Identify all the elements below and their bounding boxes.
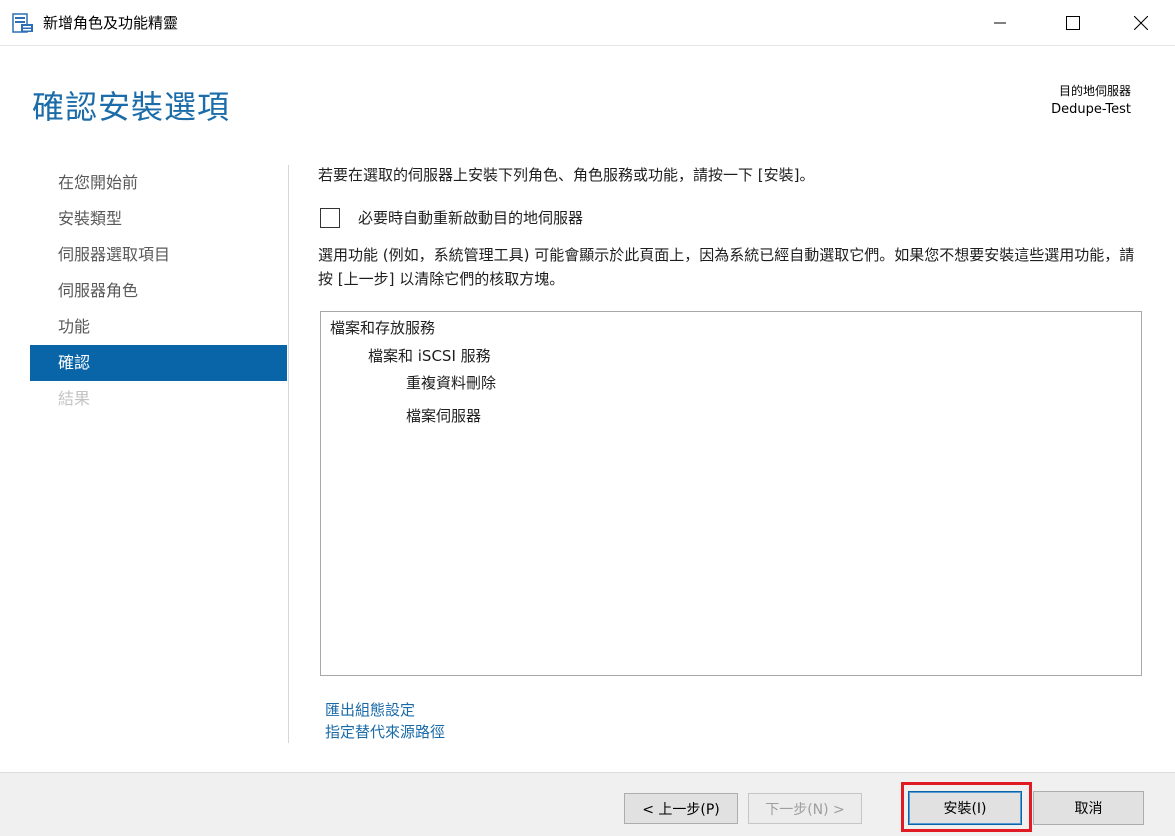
nav-item-features[interactable]: 功能 [30,309,287,345]
restart-checkbox[interactable] [320,207,340,228]
maximize-icon [1066,16,1080,30]
nav-item-results: 結果 [58,389,91,408]
destination-server-name: Dedupe-Test [1051,102,1131,117]
close-button[interactable] [1118,0,1164,46]
restart-checkbox-label[interactable]: 必要時自動重新啟動目的地伺服器 [358,207,583,228]
intro-text: 若要在選取的伺服器上安裝下列角色、角色服務或功能，請按一下 [安裝]。 [318,166,815,184]
selection-list[interactable]: 檔案和存放服務 檔案和 iSCSI 服務 重複資料刪除 檔案伺服器 [320,311,1142,676]
wizard-steps-nav: 在您開始前 安裝類型 伺服器選取項目 伺服器角色 功能 確認 結果 [30,165,287,417]
server-manager-icon [12,13,34,33]
close-icon [1134,16,1148,30]
nav-item-confirmation[interactable]: 確認 [30,345,287,381]
minimize-icon [994,22,1006,24]
minimize-button[interactable] [977,0,1023,46]
list-item: 檔案和 iSCSI 服務 [368,347,491,365]
cancel-button[interactable]: 取消 [1033,791,1144,825]
export-config-link[interactable]: 匯出組態設定 [325,699,415,720]
list-item: 檔案伺服器 [406,407,482,425]
title-bar: 新增角色及功能精靈 [0,0,1175,46]
list-item: 檔案和存放服務 [330,319,436,337]
footer: < 上一步(P) 下一步(N) > 安裝(I) 取消 [0,772,1175,836]
install-button[interactable]: 安裝(I) [908,791,1022,825]
nav-divider [288,165,289,743]
nav-item-before-you-begin[interactable]: 在您開始前 [30,165,287,201]
list-item: 重複資料刪除 [406,374,497,392]
nav-item-server-roles[interactable]: 伺服器角色 [30,273,287,309]
alternate-source-link[interactable]: 指定替代來源路徑 [325,721,445,742]
maximize-button[interactable] [1050,0,1096,46]
destination-server-label: 目的地伺服器 [1058,84,1131,98]
nav-item-installation-type[interactable]: 安裝類型 [30,201,287,237]
next-button: 下一步(N) > [748,793,862,824]
optional-features-note: 選用功能 (例如，系統管理工具) 可能會顯示於此頁面上，因為系統已經自動選取它們… [318,246,1135,288]
nav-item-server-selection[interactable]: 伺服器選取項目 [30,237,287,273]
previous-button[interactable]: < 上一步(P) [624,793,738,824]
window-title: 新增角色及功能精靈 [43,14,179,32]
restart-option: 必要時自動重新啟動目的地伺服器 [320,207,583,228]
page-title: 確認安裝選項 [32,88,231,126]
